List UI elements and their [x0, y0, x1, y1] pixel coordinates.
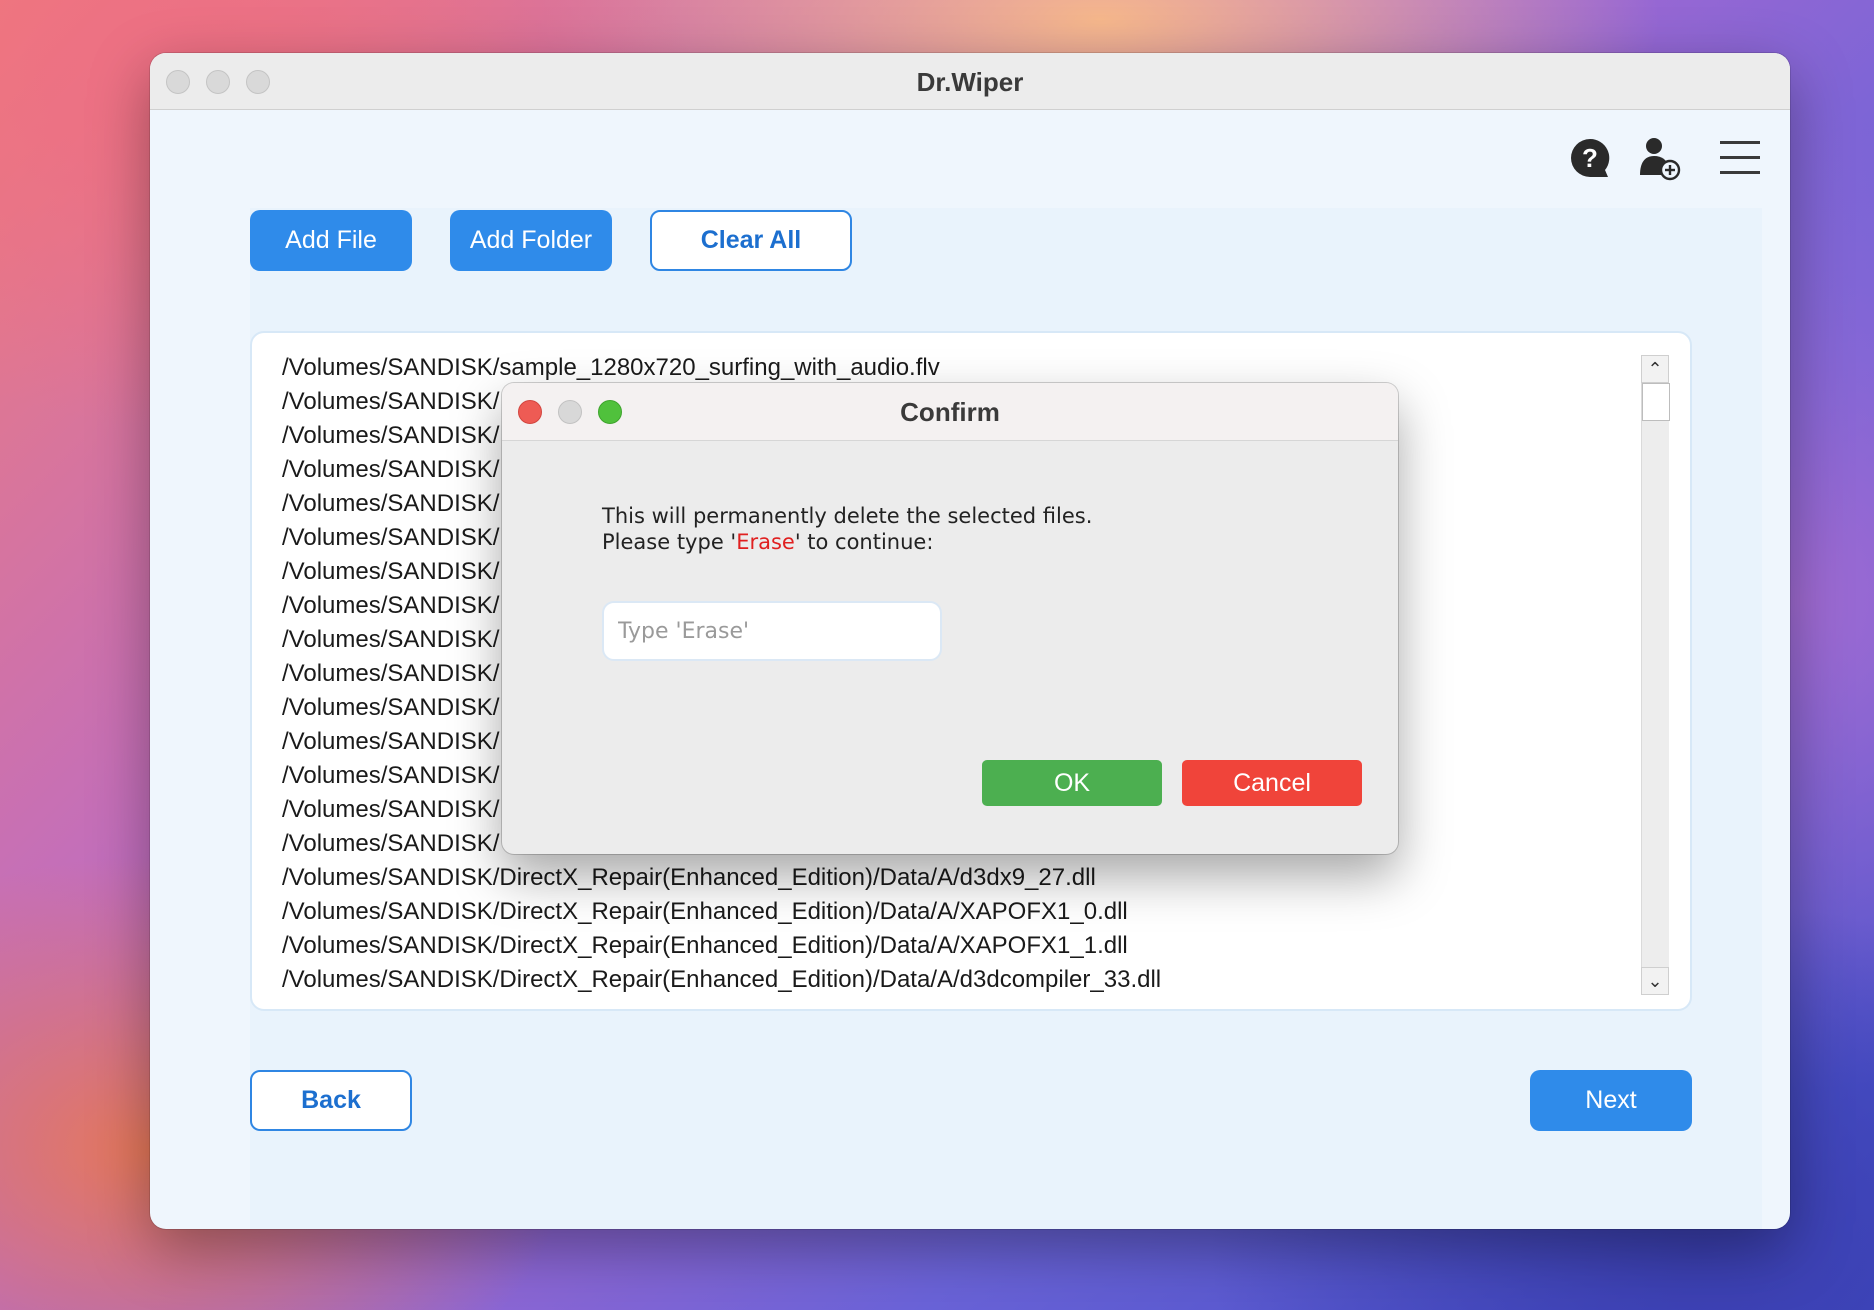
erase-keyword: Erase — [736, 530, 795, 554]
file-row[interactable]: /Volumes/SANDISK/sample_1280x720_surfing… — [282, 351, 1161, 385]
scroll-up-button[interactable]: ⌃ — [1641, 355, 1669, 383]
add-file-button[interactable]: Add File — [250, 210, 412, 271]
help-icon[interactable]: ? — [1568, 136, 1612, 185]
add-user-icon[interactable] — [1638, 135, 1682, 186]
message-line-1: This will permanently delete the selecte… — [602, 504, 1093, 528]
file-row[interactable]: /Volumes/SANDISK/DirectX_Repair(Enhanced… — [282, 861, 1161, 895]
message-prefix: Please type ' — [602, 530, 737, 554]
vertical-scrollbar[interactable]: ⌃ ⌄ — [1641, 355, 1670, 995]
message-suffix: ' to continue: — [794, 530, 934, 554]
dialog-message: This will permanently delete the selecte… — [602, 503, 1092, 555]
cancel-button[interactable]: Cancel — [1182, 760, 1362, 806]
add-folder-button[interactable]: Add Folder — [450, 210, 612, 271]
scroll-thumb[interactable] — [1642, 383, 1670, 421]
message-line-2: Please type 'Erase' to continue: — [602, 529, 1092, 555]
scroll-down-button[interactable]: ⌄ — [1641, 967, 1669, 995]
window-title: Dr.Wiper — [916, 67, 1024, 97]
file-row[interactable]: /Volumes/SANDISK/DirectX_Repair(Enhanced… — [282, 895, 1161, 929]
chevron-up-icon: ⌃ — [1647, 358, 1663, 379]
erase-confirmation-input[interactable] — [602, 601, 942, 661]
scroll-track[interactable] — [1641, 383, 1670, 967]
confirm-dialog: Confirm This will permanently delete the… — [502, 383, 1398, 854]
dialog-titlebar[interactable]: Confirm — [502, 383, 1398, 441]
menu-icon[interactable] — [1718, 137, 1762, 182]
dialog-title: Confirm — [900, 397, 1000, 427]
back-button[interactable]: Back — [250, 1070, 412, 1131]
chevron-down-icon: ⌄ — [1647, 970, 1663, 991]
clear-all-button[interactable]: Clear All — [650, 210, 852, 271]
file-row[interactable]: /Volumes/SANDISK/DirectX_Repair(Enhanced… — [282, 929, 1161, 963]
window-titlebar[interactable]: Dr.Wiper — [150, 53, 1790, 110]
next-button[interactable]: Next — [1530, 1070, 1692, 1131]
file-row[interactable]: /Volumes/SANDISK/DirectX_Repair(Enhanced… — [282, 963, 1161, 997]
ok-button[interactable]: OK — [982, 760, 1162, 806]
svg-text:?: ? — [1582, 143, 1598, 173]
